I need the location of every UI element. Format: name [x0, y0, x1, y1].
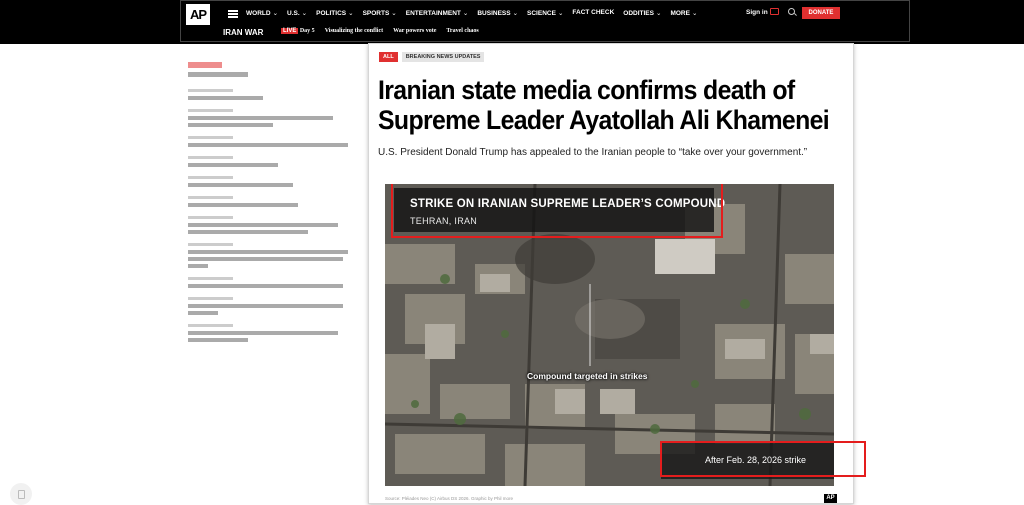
- ap-logo[interactable]: AP: [186, 4, 210, 25]
- nav-fact-check[interactable]: FACT CHECK: [572, 9, 614, 17]
- search-icon[interactable]: [788, 8, 795, 15]
- nav-politics[interactable]: POLITICS ⌄: [316, 9, 353, 17]
- sidebar-item[interactable]: [188, 216, 358, 234]
- image-source: Source: Pléiades Neo (C) Airbus DS 2026.…: [385, 496, 514, 501]
- sidebar-subheading: [188, 72, 248, 77]
- nav-entertainment[interactable]: ENTERTAINMENT ⌄: [406, 9, 469, 17]
- blurred-sidebar: [188, 62, 358, 351]
- sub-nav: LIVE Day 5 Visualizing the conflict War …: [281, 28, 479, 34]
- breaking-news-badge[interactable]: BREAKING NEWS UPDATES: [401, 52, 485, 62]
- annotation-box-date: [660, 441, 866, 477]
- headline[interactable]: Iranian state media confirms death of Su…: [378, 75, 843, 135]
- site-header: AP WORLD ⌄ U.S. ⌄ POLITICS ⌄ SPORTS ⌄ ENTERT…: [180, 0, 910, 42]
- main-nav: WORLD ⌄ U.S. ⌄ POLITICS ⌄ SPORTS ⌄ ENTERTAIN…: [246, 9, 697, 17]
- sidebar-item[interactable]: [188, 243, 358, 268]
- nav-world[interactable]: WORLD ⌄: [246, 9, 278, 17]
- sidebar-item[interactable]: [188, 89, 358, 100]
- sub-link-war-powers[interactable]: War powers vote: [393, 28, 436, 34]
- sidebar-heading: [188, 62, 222, 68]
- sidebar-item[interactable]: [188, 277, 358, 288]
- hamburger-menu-icon[interactable]: [228, 10, 238, 18]
- sidebar-item[interactable]: [188, 109, 358, 127]
- chat-icon[interactable]: [770, 8, 779, 15]
- annotation-box-title: [391, 184, 723, 238]
- sidebar-item[interactable]: [188, 136, 358, 147]
- nav-oddities[interactable]: ODDITIES ⌄: [623, 9, 661, 17]
- nav-business[interactable]: BUSINESS ⌄: [477, 9, 518, 17]
- nav-sports[interactable]: SPORTS ⌄: [363, 9, 397, 17]
- sub-link-travel[interactable]: Travel chaos: [446, 28, 478, 34]
- live-badge: LIVE: [281, 28, 299, 34]
- sidebar-item[interactable]: [188, 176, 358, 187]
- badge-row: ALL BREAKING NEWS UPDATES: [379, 52, 485, 62]
- ap-footer-logo: AP: [824, 494, 837, 503]
- compound-label: Compound targeted in strikes: [527, 371, 648, 381]
- donate-button[interactable]: DONATE: [802, 7, 840, 19]
- sub-link-visualizing[interactable]: Visualizing the conflict: [325, 28, 383, 34]
- dek-text: U.S. President Donald Trump has appealed…: [378, 147, 808, 158]
- breaking-news-card: ALL BREAKING NEWS UPDATES Iranian state …: [368, 43, 854, 504]
- all-badge[interactable]: ALL: [379, 52, 398, 62]
- section-label[interactable]: IRAN WAR: [223, 28, 263, 37]
- accessibility-icon[interactable]: [10, 483, 32, 505]
- nav-us[interactable]: U.S. ⌄: [287, 9, 307, 17]
- sidebar-item[interactable]: [188, 324, 358, 342]
- sidebar-item[interactable]: [188, 297, 358, 315]
- sign-in-link[interactable]: Sign in: [746, 9, 768, 16]
- sidebar-item[interactable]: [188, 156, 358, 167]
- nav-science[interactable]: SCIENCE ⌄: [527, 9, 563, 17]
- sidebar-item[interactable]: [188, 196, 358, 207]
- nav-more[interactable]: MORE ⌄: [670, 9, 697, 17]
- live-day[interactable]: LIVE Day 5: [281, 28, 315, 34]
